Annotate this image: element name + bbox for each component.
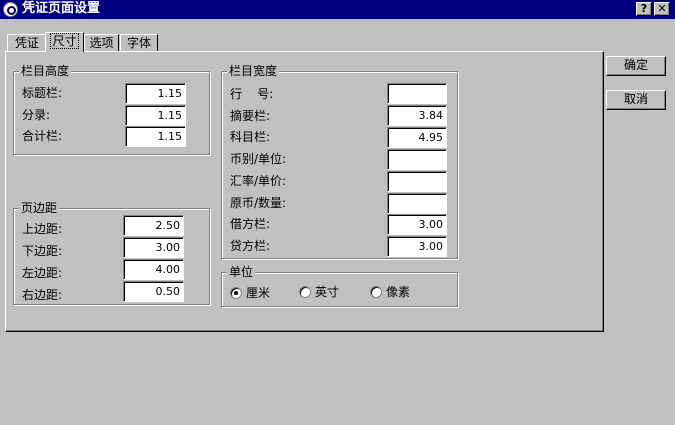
tab-size-label: 尺寸 (50, 33, 79, 49)
units-title: 单位 (227, 264, 256, 280)
col-width-group: 栏目宽度 行 号: 摘要栏: 3.84 科目栏: 4.95 币别/单位: 汇率/… (221, 63, 458, 259)
units-group: 单位 厘米 英寸 像素 (221, 264, 458, 307)
tab-voucher[interactable]: 凭证 (7, 34, 47, 52)
debit-col-label: 借方栏: (230, 217, 271, 231)
entry-row-label: 分录: (22, 108, 51, 122)
total-row-height-input[interactable]: 1.15 (125, 126, 186, 147)
summary-col-width-input[interactable]: 3.84 (387, 105, 447, 126)
debit-col-width-input[interactable]: 3.00 (387, 214, 447, 235)
title-row-height-input[interactable]: 1.15 (125, 83, 186, 104)
radio-empty-icon[interactable] (299, 286, 311, 298)
tab-font[interactable]: 字体 (120, 34, 158, 52)
radio-dot-icon[interactable] (230, 287, 242, 299)
left-margin-label: 左边距: (22, 266, 63, 280)
rate-price-width-input[interactable] (387, 171, 447, 192)
help-button[interactable]: ? (636, 2, 652, 16)
row-number-label: 行 号: (230, 87, 274, 101)
account-col-width-input[interactable]: 4.95 (387, 127, 447, 148)
currency-unit-width-input[interactable] (387, 149, 447, 170)
top-margin-label: 上边距: (22, 222, 63, 236)
tab-panel-size: 栏目高度 标题栏: 1.15 分录: 1.15 合计栏: 1.15 页边距 上边… (5, 51, 604, 332)
col-width-title: 栏目宽度 (227, 63, 280, 79)
tab-options[interactable]: 选项 (84, 34, 119, 52)
radio-empty-icon[interactable] (370, 286, 382, 298)
cancel-button[interactable]: 取消 (606, 90, 666, 110)
margins-title: 页边距 (19, 200, 60, 216)
row-height-group: 栏目高度 标题栏: 1.15 分录: 1.15 合计栏: 1.15 (13, 63, 210, 155)
app-icon (3, 2, 18, 17)
top-margin-input[interactable]: 2.50 (123, 215, 184, 236)
close-button[interactable]: ✕ (654, 2, 670, 16)
credit-col-width-input[interactable]: 3.00 (387, 236, 447, 257)
ok-button[interactable]: 确定 (606, 56, 666, 76)
tab-size[interactable]: 尺寸 (45, 32, 84, 52)
orig-qty-width-input[interactable] (387, 193, 447, 214)
currency-unit-label: 币别/单位: (230, 152, 287, 166)
account-col-label: 科目栏: (230, 130, 271, 144)
orig-qty-label: 原币/数量: (230, 196, 287, 210)
title-bar[interactable]: 凭证页面设置 ? ✕ (0, 0, 675, 19)
credit-col-label: 贷方栏: (230, 239, 271, 253)
right-margin-label: 右边距: (22, 288, 63, 302)
row-height-title: 栏目高度 (19, 63, 72, 79)
bottom-margin-input[interactable]: 3.00 (123, 237, 184, 258)
summary-col-label: 摘要栏: (230, 109, 271, 123)
left-margin-input[interactable]: 4.00 (123, 259, 184, 280)
margins-group: 页边距 上边距: 2.50 下边距: 3.00 左边距: 4.00 右边距: 0… (13, 200, 210, 305)
total-row-label: 合计栏: (22, 129, 63, 143)
entry-row-height-input[interactable]: 1.15 (125, 105, 186, 126)
bottom-margin-label: 下边距: (22, 244, 63, 258)
window-title: 凭证页面设置 (22, 1, 101, 16)
right-margin-input[interactable]: 0.50 (123, 281, 184, 302)
rate-price-label: 汇率/单价: (230, 174, 287, 188)
title-row-label: 标题栏: (22, 86, 63, 100)
row-number-width-input[interactable] (387, 83, 447, 104)
